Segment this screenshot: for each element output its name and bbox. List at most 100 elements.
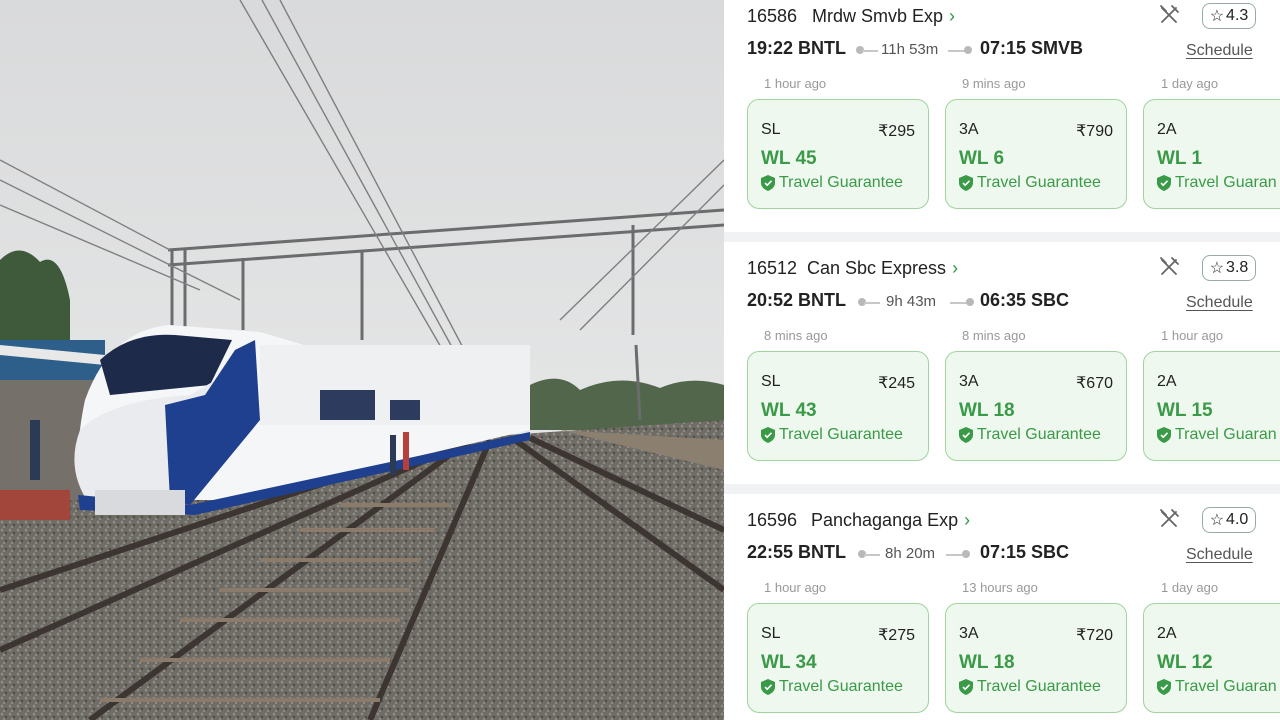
guarantee-label: Travel Guarantee bbox=[977, 426, 1101, 443]
updated-time: 13 hours ago bbox=[962, 580, 1038, 595]
train-number: 16596 bbox=[747, 510, 798, 530]
route-line bbox=[864, 554, 880, 556]
arrival-time: 07:15 SMVB bbox=[980, 38, 1084, 58]
class-card-3a[interactable]: 3A ₹670 WL 18 Travel Guarantee bbox=[945, 351, 1127, 461]
travel-guarantee: Travel Guarantee bbox=[959, 678, 1101, 696]
schedule-link[interactable]: Schedule bbox=[1186, 546, 1253, 564]
arrival-time: 06:35 SBC bbox=[980, 290, 1070, 310]
class-code: 3A bbox=[959, 373, 979, 390]
route-line bbox=[862, 50, 878, 52]
class-card-sl[interactable]: SL ₹275 WL 34 Travel Guarantee bbox=[747, 603, 929, 713]
class-card-2a[interactable]: 2A ₹ WL 15 Travel Guaran bbox=[1143, 351, 1280, 461]
train-name-link[interactable]: Panchaganga Exp › bbox=[811, 510, 970, 531]
class-code: SL bbox=[761, 625, 781, 642]
class-card-sl[interactable]: SL ₹245 WL 43 Travel Guarantee bbox=[747, 351, 929, 461]
train-row[interactable]: 16596 Panchaganga Exp › ☆ 4.0 22:55 BNTL 8… bbox=[724, 504, 1280, 720]
travel-guarantee: Travel Guarantee bbox=[959, 426, 1101, 444]
train-name-link[interactable]: Mrdw Smvb Exp › bbox=[812, 6, 955, 27]
class-code: 3A bbox=[959, 121, 979, 138]
train-number: 16586 bbox=[747, 6, 798, 26]
rating-value: 4.0 bbox=[1226, 511, 1249, 528]
travel-guarantee: Travel Guarantee bbox=[761, 426, 903, 444]
star-icon: ☆ bbox=[1209, 8, 1225, 25]
updated-time: 1 day ago bbox=[1161, 76, 1219, 91]
guarantee-label: Travel Guarantee bbox=[779, 426, 903, 443]
travel-guarantee: Travel Guarantee bbox=[959, 174, 1101, 192]
updated-time: 8 mins ago bbox=[764, 328, 828, 343]
chevron-right-icon: › bbox=[952, 258, 959, 278]
class-card-2a[interactable]: 2A ₹ WL 1 Travel Guaran bbox=[1143, 99, 1280, 209]
fare: ₹295 bbox=[878, 123, 915, 140]
schedule-link[interactable]: Schedule bbox=[1186, 294, 1253, 312]
train-list-panel: 16586 Mrdw Smvb Exp › ☆ 4.3 19:22 BNTL 11h… bbox=[724, 0, 1280, 720]
departure-time: 22:55 BNTL bbox=[747, 542, 847, 562]
rating-value: 3.8 bbox=[1226, 259, 1249, 276]
arrival-time: 07:15 SBC bbox=[980, 542, 1070, 562]
class-code: 3A bbox=[959, 625, 979, 642]
fare: ₹245 bbox=[878, 375, 915, 392]
class-code: SL bbox=[761, 373, 781, 390]
fare: ₹670 bbox=[1076, 375, 1113, 392]
travel-guarantee: Travel Guarantee bbox=[761, 678, 903, 696]
availability-status: WL 45 bbox=[761, 148, 817, 169]
train-photo bbox=[0, 0, 724, 720]
rating-badge[interactable]: ☆ 3.8 bbox=[1202, 255, 1256, 281]
rating-badge[interactable]: ☆ 4.3 bbox=[1202, 3, 1256, 29]
departure-time: 19:22 BNTL bbox=[747, 38, 847, 58]
class-code: 2A bbox=[1157, 373, 1177, 390]
availability-status: WL 6 bbox=[959, 148, 1005, 169]
travel-guarantee: Travel Guaran bbox=[1157, 426, 1277, 444]
journey-duration: 8h 20m bbox=[885, 545, 936, 562]
guarantee-label: Travel Guaran bbox=[1175, 678, 1277, 695]
shield-check-icon bbox=[959, 427, 973, 443]
availability-status: WL 18 bbox=[959, 652, 1015, 673]
class-card-sl[interactable]: SL ₹295 WL 45 Travel Guarantee bbox=[747, 99, 929, 209]
fork-knife-icon bbox=[1160, 509, 1179, 527]
guarantee-label: Travel Guaran bbox=[1175, 426, 1277, 443]
shield-check-icon bbox=[959, 679, 973, 695]
fare: ₹720 bbox=[1076, 627, 1113, 644]
rating-badge[interactable]: ☆ 4.0 bbox=[1202, 507, 1256, 533]
guarantee-label: Travel Guarantee bbox=[779, 678, 903, 695]
updated-time: 1 hour ago bbox=[764, 76, 827, 91]
availability-status: WL 15 bbox=[1157, 400, 1213, 421]
updated-time: 9 mins ago bbox=[962, 76, 1026, 91]
route-end-dot bbox=[962, 550, 970, 558]
class-card-2a[interactable]: 2A ₹ WL 12 Travel Guaran bbox=[1143, 603, 1280, 713]
shield-check-icon bbox=[1157, 427, 1171, 443]
shield-check-icon bbox=[1157, 679, 1171, 695]
star-icon: ☆ bbox=[1209, 260, 1225, 277]
travel-guarantee: Travel Guaran bbox=[1157, 174, 1277, 192]
availability-status: WL 12 bbox=[1157, 652, 1213, 673]
train-number: 16512 bbox=[747, 258, 798, 278]
travel-guarantee: Travel Guaran bbox=[1157, 678, 1277, 696]
train-row[interactable]: 16512 Can Sbc Express › ☆ 3.8 20:52 BNTL 9… bbox=[724, 252, 1280, 484]
train-row[interactable]: 16586 Mrdw Smvb Exp › ☆ 4.3 19:22 BNTL 11h… bbox=[724, 0, 1280, 232]
chevron-right-icon: › bbox=[964, 510, 971, 530]
train-name: Panchaganga Exp bbox=[811, 510, 959, 530]
fork-knife-icon bbox=[1160, 257, 1179, 275]
guarantee-label: Travel Guarantee bbox=[779, 174, 903, 191]
shield-check-icon bbox=[761, 427, 775, 443]
row-divider bbox=[724, 484, 1280, 494]
fare: ₹275 bbox=[878, 627, 915, 644]
departure-time: 20:52 BNTL bbox=[747, 290, 847, 310]
availability-status: WL 1 bbox=[1157, 148, 1203, 169]
star-icon: ☆ bbox=[1209, 512, 1225, 529]
class-code: 2A bbox=[1157, 121, 1177, 138]
availability-status: WL 34 bbox=[761, 652, 817, 673]
journey-duration: 9h 43m bbox=[886, 293, 937, 310]
availability-status: WL 18 bbox=[959, 400, 1015, 421]
schedule-link[interactable]: Schedule bbox=[1186, 42, 1253, 60]
class-card-3a[interactable]: 3A ₹790 WL 6 Travel Guarantee bbox=[945, 99, 1127, 209]
row-divider bbox=[724, 232, 1280, 242]
fare: ₹790 bbox=[1076, 123, 1113, 140]
class-code: SL bbox=[761, 121, 781, 138]
updated-time: 1 hour ago bbox=[764, 580, 827, 595]
fork-knife-icon bbox=[1160, 5, 1179, 23]
guarantee-label: Travel Guarantee bbox=[977, 174, 1101, 191]
train-name-link[interactable]: Can Sbc Express › bbox=[807, 258, 958, 279]
availability-status: WL 43 bbox=[761, 400, 817, 421]
shield-check-icon bbox=[761, 175, 775, 191]
class-card-3a[interactable]: 3A ₹720 WL 18 Travel Guarantee bbox=[945, 603, 1127, 713]
